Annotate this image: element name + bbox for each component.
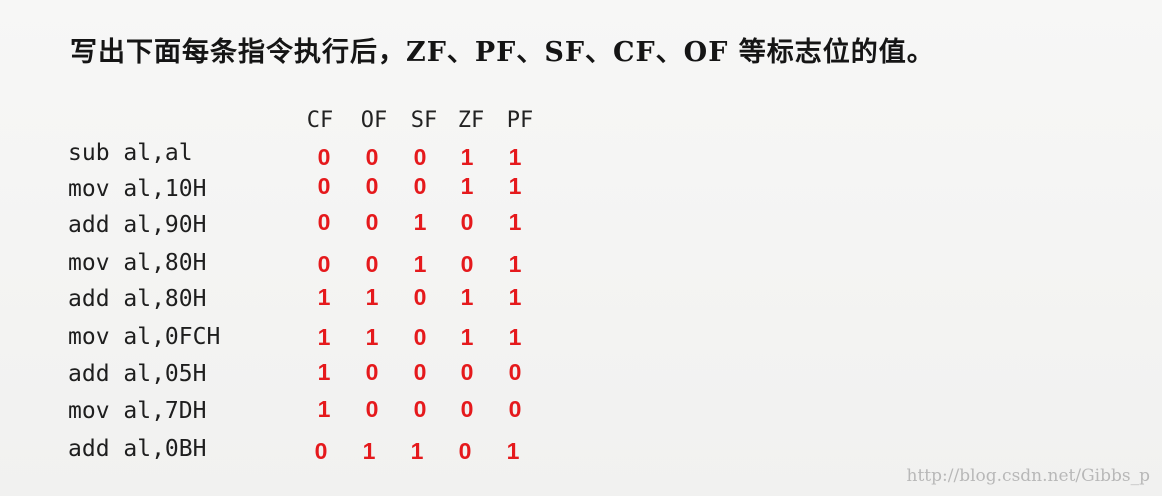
watermark-url: http://blog.csdn.net/Gibbs_p [906,466,1150,486]
flag-value: 0 [314,438,328,464]
flag-value: 1 [317,396,331,422]
flag-value: 0 [365,173,379,199]
flag-value: 1 [362,438,376,464]
flag-value: 0 [460,359,474,385]
flag-value: 0 [365,359,379,385]
header-sf: SF [410,108,438,133]
instruction-text: mov al,0FCH [68,324,221,350]
flag-value: 0 [460,396,474,422]
flag-value: 0 [317,173,331,199]
flag-value: 1 [506,438,520,464]
flag-value: 1 [508,251,522,277]
instruction-text: add al,90H [68,212,207,238]
flag-value: 1 [508,209,522,235]
flag-value: 1 [365,324,379,350]
instruction-text: add al,80H [68,286,207,312]
flag-value: 0 [413,324,427,350]
flag-value: 0 [460,251,474,277]
flag-value: 0 [365,209,379,235]
instruction-text: sub al,al [68,140,193,166]
flag-value: 1 [508,324,522,350]
flag-value: 0 [413,396,427,422]
flag-value: 1 [460,144,474,170]
flag-value: 1 [410,438,424,464]
instruction-text: add al,05H [68,361,207,387]
instruction-text: mov al,7DH [68,398,207,424]
instruction-text: mov al,80H [68,250,207,276]
flag-value: 1 [413,209,427,235]
flag-value: 0 [458,438,472,464]
flag-value: 1 [508,284,522,310]
flag-value: 0 [317,251,331,277]
instruction-text: add al,0BH [68,436,207,462]
header-of: OF [360,108,388,133]
flag-value: 0 [365,396,379,422]
flag-value: 1 [460,284,474,310]
flag-value: 0 [365,251,379,277]
flag-value: 0 [317,209,331,235]
flag-value: 0 [460,209,474,235]
flag-value: 1 [460,173,474,199]
flag-value: 0 [365,144,379,170]
flag-value: 0 [413,173,427,199]
document-page: 写出下面每条指令执行后，ZF、PF、SF、CF、OF 等标志位的值。 CF OF… [0,0,1162,496]
header-zf: ZF [457,108,485,133]
flag-value: 1 [508,173,522,199]
flag-value: 0 [413,284,427,310]
flag-value: 1 [317,324,331,350]
flag-value: 0 [413,144,427,170]
header-cf: CF [306,108,334,133]
flag-value: 1 [413,251,427,277]
instruction-text: mov al,10H [68,176,207,202]
flag-value: 1 [365,284,379,310]
question-title: 写出下面每条指令执行后，ZF、PF、SF、CF、OF 等标志位的值。 [70,37,935,68]
flag-value: 0 [413,359,427,385]
flag-value: 1 [317,359,331,385]
flag-value: 1 [317,284,331,310]
flag-value: 1 [508,144,522,170]
flag-value: 0 [317,144,331,170]
flag-value: 1 [460,324,474,350]
flag-value: 0 [508,359,522,385]
flag-value: 0 [508,396,522,422]
header-pf: PF [506,108,534,133]
